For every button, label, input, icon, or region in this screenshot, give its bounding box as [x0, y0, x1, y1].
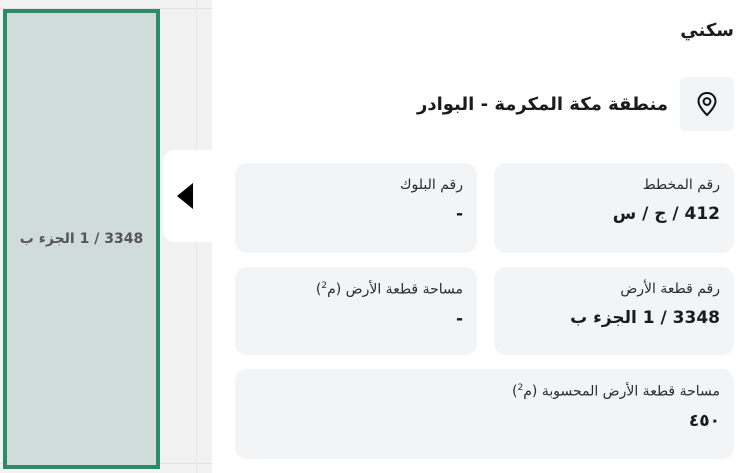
- parcel-number-card: رقم قطعة الأرض 3348 / 1 الجزء ب: [494, 267, 734, 355]
- block-number-value: -: [455, 204, 463, 224]
- location-row: منطقة مكة المكرمة - البوادر: [417, 77, 734, 131]
- location-text: منطقة مكة المكرمة - البوادر: [416, 93, 668, 115]
- location-pin-button[interactable]: [680, 77, 734, 131]
- plan-number-label: رقم المخطط: [642, 177, 720, 193]
- parcel-area-card: مساحة قطعة الأرض (م2) -: [235, 267, 477, 355]
- parcel-polygon[interactable]: 3348 / 1 الجزء ب: [3, 9, 160, 469]
- block-number-card: رقم البلوك -: [235, 163, 477, 253]
- parcel-number-label: رقم قطعة الأرض: [620, 281, 720, 297]
- land-use-type: سكني: [680, 20, 734, 41]
- parcel-area-value: -: [455, 308, 463, 329]
- parcel-area-label: مساحة قطعة الأرض (م2): [315, 281, 463, 298]
- plan-number-card: رقم المخطط 412 / ج / س: [494, 163, 734, 253]
- panel-toggle-button[interactable]: [163, 150, 213, 242]
- calculated-area-label: مساحة قطعة الأرض المحسوبة (م2): [512, 383, 720, 400]
- plan-number-value: 412 / ج / س: [612, 204, 720, 224]
- parcel-map-label: 3348 / 1 الجزء ب: [19, 231, 144, 247]
- location-pin-icon: [697, 91, 717, 117]
- chevron-left-icon: [177, 183, 193, 209]
- calculated-area-value: ٤٥٠: [688, 410, 720, 431]
- block-number-label: رقم البلوك: [399, 177, 463, 193]
- calculated-area-card: مساحة قطعة الأرض المحسوبة (م2) ٤٥٠: [235, 369, 734, 459]
- parcel-details-panel: سكني منطقة مكة المكرمة - البوادر رقم الم…: [213, 0, 750, 473]
- parcel-number-value: 3348 / 1 الجزء ب: [570, 308, 720, 328]
